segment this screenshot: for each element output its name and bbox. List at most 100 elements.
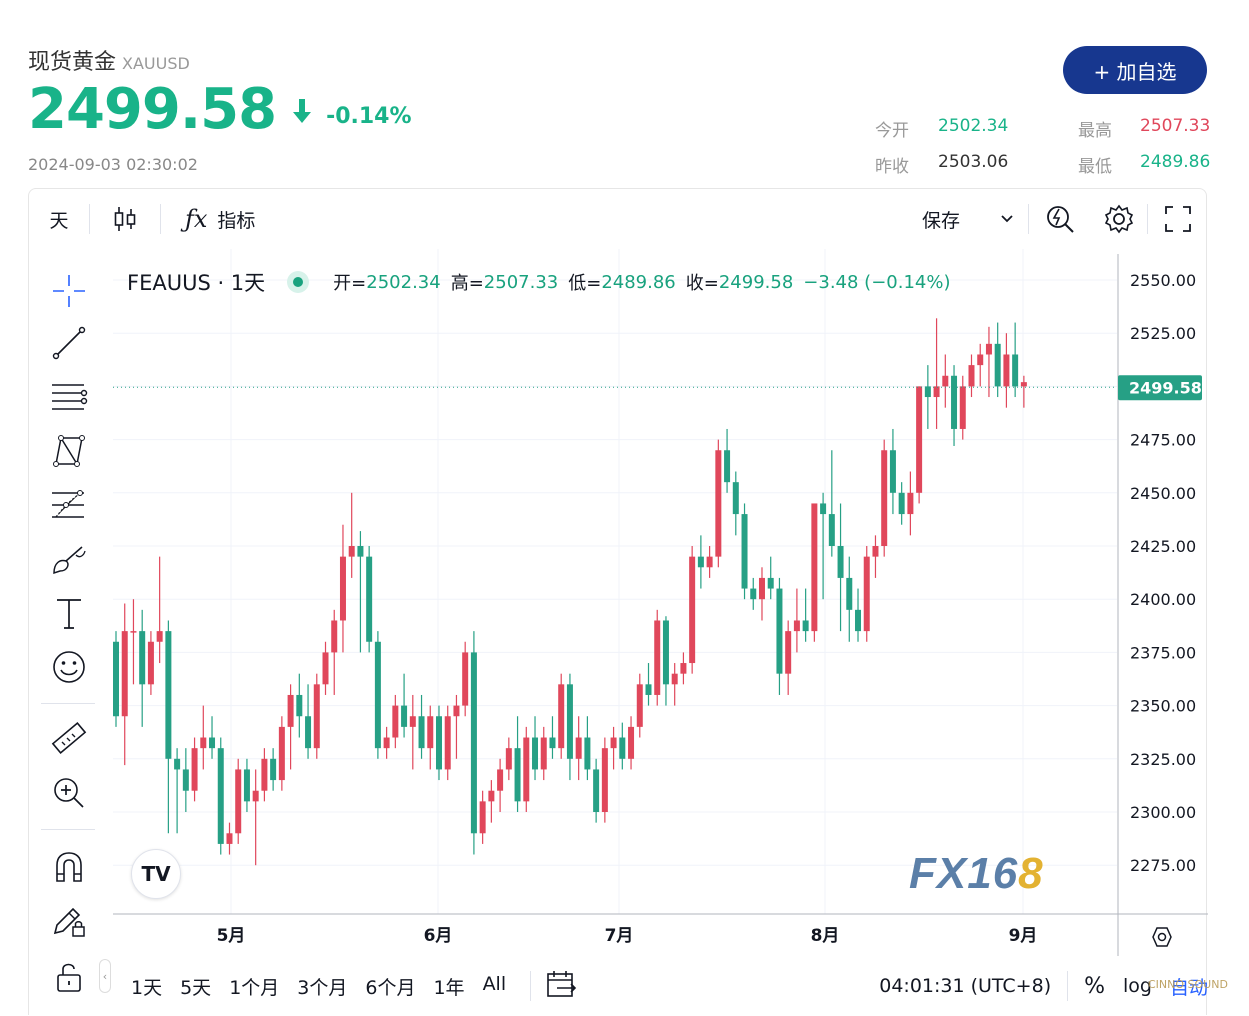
candle (951, 365, 958, 446)
candle (523, 726, 530, 812)
candle (846, 556, 853, 642)
candle (750, 577, 757, 610)
candle (593, 758, 600, 823)
candle (1020, 375, 1027, 408)
candle (802, 588, 809, 642)
candle (654, 609, 661, 706)
legend-symbol: FEAUUS · 1天 (127, 271, 266, 295)
add-watchlist-button[interactable]: + 加自选 (1063, 46, 1207, 94)
candle (793, 588, 800, 653)
candle (994, 322, 1001, 398)
high-label: 最高 (1078, 121, 1112, 141)
candle (348, 492, 355, 578)
prev-close-value: 2503.06 (938, 152, 1009, 172)
candle (785, 620, 792, 695)
low-value: 2489.86 (1140, 152, 1211, 172)
low-label: 最低 (1078, 157, 1112, 177)
candle (497, 758, 504, 812)
y-tick-label: 2550.00 (1130, 271, 1196, 290)
unlock-tool[interactable] (49, 957, 89, 997)
candle (270, 748, 277, 791)
range-button[interactable]: 1个月 (229, 973, 279, 1000)
price-row: 2499.58 -0.14% (28, 78, 412, 142)
range-button[interactable]: 3个月 (297, 973, 347, 1000)
bottom-divider (530, 971, 532, 1001)
x-tick-label: 8月 (811, 926, 840, 946)
candle-type-button[interactable] (90, 189, 160, 249)
y-tick-label: 2275.00 (1130, 856, 1196, 875)
save-button[interactable]: 保存 (922, 189, 1028, 249)
y-tick-label: 2325.00 (1130, 750, 1196, 769)
tradingview-logo[interactable]: TV (131, 849, 181, 899)
candle (235, 758, 242, 844)
x-tick-label: 5月 (217, 926, 246, 946)
legend-low: 2489.86 (601, 271, 676, 293)
candle (924, 365, 931, 429)
candle (741, 503, 748, 600)
range-button[interactable]: 5天 (180, 973, 211, 1000)
fullscreen-button[interactable] (1148, 189, 1208, 249)
settings-button[interactable] (1091, 189, 1147, 249)
range-button[interactable]: All (483, 973, 507, 1000)
candle (156, 556, 163, 664)
fx168-logo-main: FX16 (909, 849, 1019, 898)
candle (933, 318, 940, 429)
candle (182, 748, 189, 812)
candle (505, 737, 512, 781)
candle (374, 631, 381, 759)
candle (296, 673, 303, 738)
candle (392, 694, 399, 749)
range-button[interactable]: 1天 (131, 973, 162, 1000)
indicators-label: 指标 (217, 209, 256, 232)
quote-timestamp: 2024-09-03 02:30:02 (28, 155, 198, 174)
axis-settings-icon[interactable] (1152, 927, 1172, 947)
quick-search-button[interactable] (1029, 189, 1091, 249)
candle (305, 684, 312, 759)
candle (226, 822, 233, 855)
candle (907, 471, 914, 536)
candle (619, 722, 626, 770)
candle (942, 354, 949, 408)
candle (113, 631, 119, 727)
candle (680, 652, 687, 685)
y-tick-label: 2375.00 (1130, 643, 1196, 662)
candle (470, 631, 477, 855)
candle (697, 535, 704, 589)
legend-change: −3.48 (−0.14%) (803, 271, 951, 293)
interval-selector[interactable]: 天 (29, 189, 89, 249)
indicators-button[interactable]: ƒx 指标 (161, 189, 255, 249)
candle (855, 588, 862, 642)
candle (532, 716, 539, 781)
range-button[interactable]: 6个月 (365, 973, 415, 1000)
y-tick-label: 2350.00 (1130, 697, 1196, 716)
clock-display[interactable]: 04:01:31 (UTC+8) (879, 975, 1051, 997)
range-button[interactable]: 1年 (433, 973, 464, 1000)
chart-toolbar: 天 ƒx 指标 保存 (29, 189, 1208, 249)
instrument-code: XAUUSD (122, 54, 190, 73)
y-tick-label: 2525.00 (1130, 324, 1196, 343)
x-tick-label: 9月 (1009, 926, 1038, 946)
candle (662, 616, 669, 706)
candle (671, 663, 678, 706)
candle (479, 790, 486, 844)
candle (121, 603, 128, 766)
candle (540, 726, 547, 781)
candle (575, 716, 582, 781)
candle (243, 758, 250, 812)
candle (566, 673, 573, 781)
instrument-name: 现货黄金 (28, 50, 117, 75)
price-change-percent: -0.14% (326, 103, 412, 129)
calendar-goto-icon (547, 970, 577, 997)
candle (706, 546, 713, 578)
candle (916, 386, 923, 504)
candle (776, 577, 783, 695)
goto-date-button[interactable] (545, 969, 577, 1004)
gear-icon (1104, 204, 1134, 234)
candle (331, 609, 338, 695)
market-status-icon (287, 271, 310, 293)
candle (453, 694, 460, 759)
collapse-toolbar-handle[interactable]: ‹ (99, 959, 111, 993)
candle (558, 673, 565, 759)
candle (1003, 333, 1010, 408)
percent-scale-toggle[interactable]: % (1084, 974, 1105, 999)
